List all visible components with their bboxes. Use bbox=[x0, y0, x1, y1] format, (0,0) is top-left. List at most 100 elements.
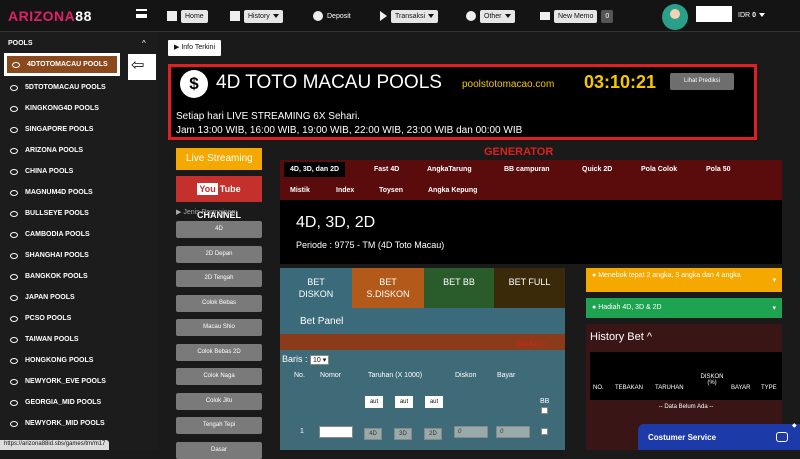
tab-bet-full[interactable]: BET FULL bbox=[494, 268, 565, 308]
tab-bet-bb[interactable]: BET BB bbox=[424, 268, 494, 308]
pool-site[interactable]: poolstotomacao.com bbox=[462, 79, 554, 90]
col-no: No. bbox=[294, 372, 305, 379]
sidebar-item-magnum4d-pools[interactable]: MAGNUM4D POOLS bbox=[0, 182, 158, 203]
info-icon bbox=[466, 11, 476, 21]
sidebar-item-georgia-mid-pools[interactable]: GEORGIA_MID POOLS bbox=[0, 392, 158, 413]
tab-bet-diskon-label: BET DISKON bbox=[298, 277, 334, 299]
menu-toggle-icon[interactable] bbox=[136, 9, 147, 18]
scroll-handle-icon[interactable]: ◆ bbox=[792, 422, 797, 429]
total-bet: Total Bet: 0 bbox=[514, 342, 545, 348]
home-icon bbox=[167, 11, 177, 21]
info-menebak[interactable]: ● Menebok tepat 2 angka, 3 angka dan 4 a… bbox=[586, 268, 782, 292]
baris-select[interactable]: 10 ▾ bbox=[310, 355, 330, 365]
sidebar-item-pcso-pools[interactable]: PCSO POOLS bbox=[0, 308, 158, 329]
tab-angkatarung[interactable]: AngkaTarung bbox=[427, 166, 472, 173]
youtube-channel-button[interactable]: You Tube CHANNEL bbox=[176, 176, 262, 220]
nomor-input[interactable] bbox=[319, 426, 353, 438]
sidebar-item-arizona-pools[interactable]: ARIZONA POOLS bbox=[0, 140, 158, 161]
eye-icon bbox=[10, 126, 18, 133]
sidebar-item-cambodia-pools[interactable]: CAMBODIA POOLS bbox=[0, 224, 158, 245]
game-button-macau-shio[interactable]: Macau Shio bbox=[176, 319, 262, 336]
game-button-4d[interactable]: 4D bbox=[176, 221, 262, 238]
sidebar-item-5dtotomacau-pools[interactable]: 5DTOTOMACAU POOLS bbox=[0, 77, 158, 98]
tab-quick-2d[interactable]: Quick 2D bbox=[582, 166, 612, 173]
info-terkini-label: Info Terkini bbox=[181, 44, 216, 51]
generator-title: GENERATOR bbox=[484, 146, 554, 158]
nav-transaksi[interactable]: Transaksi bbox=[380, 9, 439, 23]
tab-pola-colok[interactable]: Pola Colok bbox=[641, 166, 677, 173]
aut-2d-button[interactable]: aut bbox=[425, 396, 443, 408]
game-button-colok-bebas-2d[interactable]: Colok Bebas 2D bbox=[176, 343, 262, 361]
taruhan-4d-input[interactable]: 4D bbox=[364, 428, 382, 440]
sidebar-item-hongkong-pools[interactable]: HONGKONG POOLS bbox=[0, 350, 158, 371]
nav-deposit-label[interactable]: Deposit bbox=[327, 13, 351, 20]
game-button-dasar[interactable]: Dasar bbox=[176, 441, 262, 459]
history-col-no: NO. bbox=[593, 385, 604, 391]
history-title[interactable]: History Bet ^ bbox=[590, 331, 652, 343]
periode-text: Periode : 9775 - TM (4D Toto Macau) bbox=[296, 240, 445, 250]
baris-select-value: 10 bbox=[313, 357, 321, 364]
chevron-up-icon[interactable]: ^ bbox=[142, 39, 146, 48]
eye-icon bbox=[10, 252, 18, 259]
nav-deposit[interactable]: Deposit bbox=[313, 9, 351, 23]
nav-home[interactable]: Home bbox=[167, 9, 208, 23]
nav-other-label: Other bbox=[484, 12, 502, 20]
sidebar-item-taiwan-pools[interactable]: TAIWAN POOLS bbox=[0, 329, 158, 350]
nav-home-label[interactable]: Home bbox=[181, 9, 208, 23]
sidebar-item-newyork-eve-pools[interactable]: NEWYORK_EVE POOLS bbox=[0, 371, 158, 392]
sidebar-item-kingkong4d-pools[interactable]: KINGKONG4D POOLS bbox=[0, 98, 158, 119]
bb-all-checkbox[interactable] bbox=[541, 407, 548, 414]
balance[interactable]: IDR 0 bbox=[738, 12, 765, 19]
sidebar-item-4dtotomacau-pools[interactable]: 4DTOTOMACAU POOLS bbox=[4, 53, 120, 76]
game-button-tengah-tepi[interactable]: Tengah Tepi bbox=[176, 417, 262, 434]
game-button-colok-naga[interactable]: Colok Naga bbox=[176, 368, 262, 385]
sidebar-item-label: BANGKOK POOLS bbox=[25, 273, 88, 280]
sidebar-item-bangkok-pools[interactable]: BANGKOK POOLS bbox=[0, 266, 158, 287]
sidebar-item-newyork-mid-pools[interactable]: NEWYORK_MID POOLS bbox=[0, 413, 158, 434]
stream-schedule-line: Jam 13:00 WIB, 16:00 WIB, 19:00 WIB, 22:… bbox=[176, 125, 523, 136]
bb-row-checkbox[interactable] bbox=[541, 428, 548, 435]
sidebar-item-shanghai-pools[interactable]: SHANGHAI POOLS bbox=[0, 245, 158, 266]
nav-other[interactable]: Other bbox=[466, 9, 515, 23]
tab-bet-bb-label: BET BB bbox=[443, 277, 475, 287]
diskon-field: 0 bbox=[454, 426, 488, 438]
tab-bet-diskon[interactable]: BET DISKON bbox=[280, 268, 352, 308]
tab-index[interactable]: Index bbox=[336, 187, 354, 194]
tab-toysen[interactable]: Toysen bbox=[379, 187, 403, 194]
nav-other-button[interactable]: Other bbox=[480, 9, 515, 23]
tab-bet-sdiskon[interactable]: BET S.DISKON bbox=[352, 268, 424, 308]
game-button-2d-depan[interactable]: 2D Depan bbox=[176, 245, 262, 263]
taruhan-2d-input[interactable]: 2D bbox=[424, 428, 442, 440]
nav-memo[interactable]: New Memo 0 bbox=[540, 9, 614, 23]
sidebar-item-singapore-pools[interactable]: SINGAPORE POOLS bbox=[0, 119, 158, 140]
tab-4d-3d-dan-2d[interactable]: 4D, 3D, dan 2D bbox=[284, 162, 346, 177]
avatar[interactable] bbox=[662, 4, 688, 30]
aut-4d-button[interactable]: aut bbox=[365, 396, 383, 408]
sidebar-item-japan-pools[interactable]: JAPAN POOLS bbox=[0, 287, 158, 308]
section-box bbox=[280, 200, 782, 264]
tab-angka-kepung[interactable]: Angka Kepung bbox=[428, 187, 477, 194]
live-streaming-button[interactable]: Live Streaming bbox=[176, 148, 262, 170]
info-hadiah[interactable]: ● Hadiah 4D, 3D & 2D ▾ bbox=[586, 298, 782, 318]
chevron-down-icon: ▾ bbox=[772, 305, 776, 312]
sidebar-item-china-pools[interactable]: CHINA POOLS bbox=[0, 161, 158, 182]
game-button-colok-bebas[interactable]: Colok Bebas bbox=[176, 294, 262, 312]
taruhan-3d-input[interactable]: 3D bbox=[394, 428, 412, 440]
tab-bb-campuran[interactable]: BB campuran bbox=[504, 166, 550, 173]
game-button-2d-tengah[interactable]: 2D Tengah bbox=[176, 270, 262, 287]
sidebar-item-bullseye-pools[interactable]: BULLSEYE POOLS bbox=[0, 203, 158, 224]
aut-3d-button[interactable]: aut bbox=[395, 396, 413, 408]
tab-fast-4d[interactable]: Fast 4D bbox=[374, 166, 399, 173]
eye-icon bbox=[10, 378, 18, 385]
nav-memo-label[interactable]: New Memo bbox=[554, 9, 598, 23]
nav-history-button[interactable]: History bbox=[244, 9, 283, 23]
lihat-prediksi-button[interactable]: Lihat Prediksi bbox=[670, 73, 734, 90]
eye-icon bbox=[10, 294, 18, 301]
tab-mistik[interactable]: Mistik bbox=[290, 187, 310, 194]
nav-transaksi-button[interactable]: Transaksi bbox=[391, 9, 439, 23]
logo[interactable]: ARIZONA88 bbox=[8, 8, 92, 24]
nav-history[interactable]: History bbox=[230, 9, 283, 23]
tab-pola-50[interactable]: Pola 50 bbox=[706, 166, 731, 173]
info-terkini-button[interactable]: ▶ Info Terkini bbox=[168, 40, 222, 56]
game-button-colok-jitu[interactable]: Colok Jitu bbox=[176, 392, 262, 410]
